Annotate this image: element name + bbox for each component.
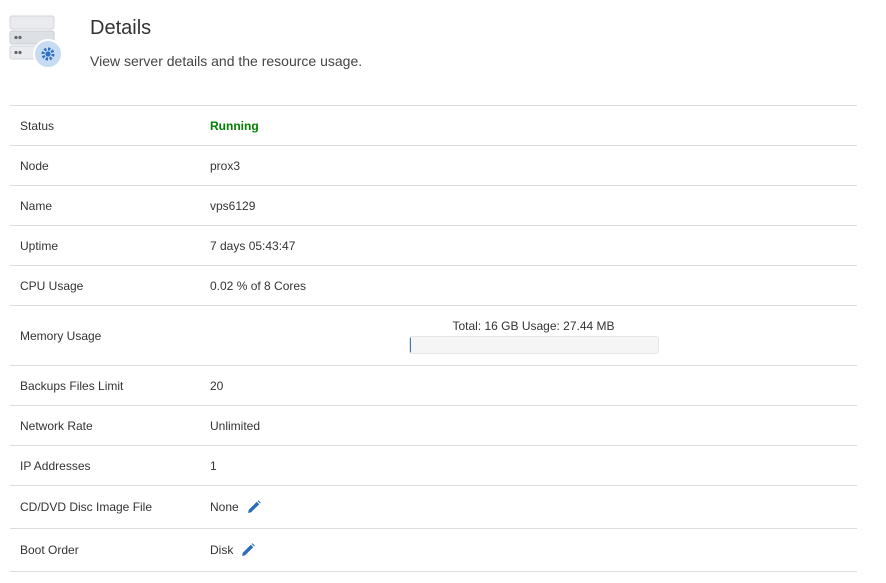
table-row-cpu: CPU Usage 0.02 % of 8 Cores — [10, 266, 857, 306]
boot-value: Disk — [210, 543, 234, 557]
cdrom-cell: None — [210, 500, 857, 514]
table-row-backups: Backups Files Limit 20 — [10, 366, 857, 406]
page-subtitle: View server details and the resource usa… — [90, 53, 363, 69]
table-row-cdrom: CD/DVD Disc Image File None — [10, 486, 857, 529]
row-label: IP Addresses — [20, 458, 91, 473]
memory-value: Total: 16 GB Usage: 27.44 MB — [452, 319, 615, 333]
uptime-value: 7 days 05:43:47 — [210, 238, 296, 253]
row-label: Uptime — [20, 238, 59, 253]
table-row-node: Node prox3 — [10, 146, 857, 186]
row-label: CD/DVD Disc Image File — [20, 500, 153, 514]
backups-value: 20 — [210, 378, 224, 393]
edit-boot-order-pencil-icon[interactable] — [241, 543, 256, 557]
table-row-boot: Boot Order Disk — [10, 529, 857, 572]
row-label: Network Rate — [20, 418, 93, 433]
row-label: Boot Order — [20, 543, 79, 557]
ip-value: 1 — [210, 458, 217, 473]
row-label: Backups Files Limit — [20, 378, 124, 393]
cdrom-value: None — [210, 500, 239, 514]
status-value: Running — [210, 118, 259, 133]
row-label: Node — [20, 158, 49, 173]
row-label: Memory Usage — [20, 328, 102, 343]
table-row-name: Name vps6129 — [10, 186, 857, 226]
page-header: Details View server details and the reso… — [0, 0, 886, 100]
table-row-ip: IP Addresses 1 — [10, 446, 857, 486]
network-value: Unlimited — [210, 418, 261, 433]
server-gear-icon — [8, 14, 66, 72]
row-label: Status — [20, 118, 55, 133]
cpu-value: 0.02 % of 8 Cores — [210, 278, 307, 293]
name-value: vps6129 — [210, 198, 256, 213]
row-label: Name — [20, 198, 53, 213]
edit-cdrom-pencil-icon[interactable] — [247, 500, 261, 514]
table-row-memory: Memory Usage Total: 16 GB Usage: 27.44 M… — [10, 306, 857, 366]
details-table: Status Running Node prox3 Name vps6129 U… — [10, 105, 857, 572]
row-label: CPU Usage — [20, 278, 84, 293]
page-title: Details — [90, 17, 152, 39]
table-row-status: Status Running — [10, 106, 857, 146]
table-row-network: Network Rate Unlimited — [10, 406, 857, 446]
table-row-uptime: Uptime 7 days 05:43:47 — [10, 226, 857, 266]
memory-progress-bar — [408, 336, 659, 354]
node-value: prox3 — [210, 158, 241, 173]
memory-cell: Total: 16 GB Usage: 27.44 MB — [210, 317, 857, 354]
boot-cell: Disk — [210, 543, 857, 557]
